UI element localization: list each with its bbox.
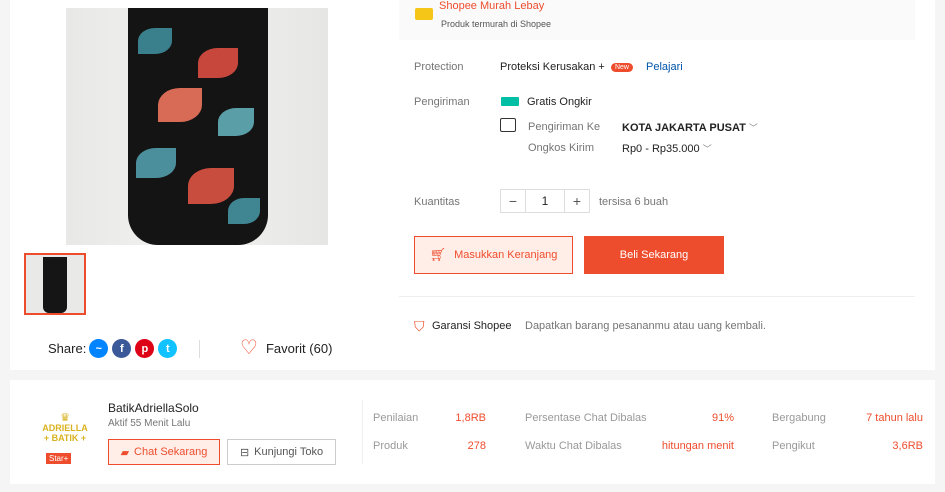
shop-divider xyxy=(362,400,363,464)
decrement-button[interactable]: − xyxy=(501,190,525,212)
followers-label: Pengikut xyxy=(772,440,815,452)
truck-icon xyxy=(500,118,516,132)
skirt-image xyxy=(128,8,268,245)
quantity-input[interactable]: 1 xyxy=(525,190,565,212)
products-label: Produk xyxy=(373,440,408,452)
chat-time-value: hitungan menit xyxy=(661,440,734,452)
star-plus-badge: Star+ xyxy=(46,453,72,464)
guarantee-title[interactable]: Garansi Shopee xyxy=(432,320,512,332)
twitter-icon[interactable]: t xyxy=(158,339,178,358)
share-divider xyxy=(199,340,200,358)
share-label: Share: xyxy=(48,341,87,356)
favorite-button[interactable]: ♡ Favorit (60) xyxy=(240,337,333,359)
shop-name: BatikAdriellaSolo xyxy=(108,401,199,415)
shop-logo-line1: ADRIELLA xyxy=(42,423,88,433)
shipping-label: Pengiriman xyxy=(414,96,470,108)
buy-now-button[interactable]: Beli Sekarang xyxy=(584,236,724,274)
pinterest-icon[interactable]: p xyxy=(135,339,155,358)
quantity-label: Kuantitas xyxy=(414,196,460,208)
rating-label: Penilaian xyxy=(373,412,419,424)
ship-to-label: Pengiriman Ke xyxy=(528,121,601,133)
followers-value: 3,6RB xyxy=(892,440,923,452)
rating-value: 1,8RB xyxy=(455,412,486,424)
ship-to-dropdown[interactable]: KOTA JAKARTA PUSAT ﹀ xyxy=(622,121,758,134)
shop-section: ♛ ADRIELLA + BATIK + Star+ BatikAdriella… xyxy=(10,380,935,484)
chat-percent-value: 91% xyxy=(711,412,734,424)
product-thumbnail[interactable] xyxy=(24,253,86,315)
cart-icon: 🛒︎ xyxy=(429,247,447,262)
new-badge: New xyxy=(610,62,633,72)
favorite-label: Favorit (60) xyxy=(265,340,333,356)
promo-icon xyxy=(415,8,433,20)
guarantee-description: Dapatkan barang pesananmu atau uang kemb… xyxy=(525,320,766,332)
visit-shop-label: Kunjungi Toko xyxy=(254,446,324,458)
ship-to-value: KOTA JAKARTA PUSAT xyxy=(622,122,746,134)
chevron-down-icon: ﹀ xyxy=(702,144,712,154)
product-main-image[interactable] xyxy=(66,8,328,245)
chat-now-button[interactable]: ▰ Chat Sekarang xyxy=(108,439,220,465)
crown-icon: ♛ xyxy=(60,412,70,424)
heart-icon: ♡ xyxy=(240,337,258,359)
chevron-down-icon: ﹀ xyxy=(748,123,758,133)
add-to-cart-label: Masukkan Keranjang xyxy=(454,249,558,261)
joined-value: 7 tahun lalu xyxy=(866,412,923,424)
messenger-icon[interactable]: ~ xyxy=(89,339,109,358)
promo-banner: Shopee Murah Lebay Produk termurah di Sh… xyxy=(399,0,915,40)
joined-label: Bergabung xyxy=(772,412,826,424)
chat-percent-label: Persentase Chat Dibalas xyxy=(525,412,647,424)
protection-value: Proteksi Kerusakan + New Pelajari xyxy=(500,61,683,73)
protection-text: Proteksi Kerusakan + xyxy=(500,61,605,73)
shop-active-status: Aktif 55 Menit Lalu xyxy=(108,418,191,429)
shop-logo-line2: + BATIK + xyxy=(43,433,87,443)
chat-time-label: Waktu Chat Dibalas xyxy=(525,440,622,452)
promo-title: Shopee Murah Lebay xyxy=(439,0,545,12)
facebook-icon[interactable]: f xyxy=(112,339,132,358)
chat-now-label: Chat Sekarang xyxy=(134,446,208,458)
learn-more-link[interactable]: Pelajari xyxy=(646,61,683,73)
increment-button[interactable]: + xyxy=(565,190,589,212)
chat-icon: ▰ xyxy=(120,446,130,459)
quantity-stepper: − 1 + xyxy=(500,189,590,213)
free-shipping-text: Gratis Ongkir xyxy=(527,96,592,108)
shield-icon: ⛉ xyxy=(414,318,425,334)
visit-shop-button[interactable]: ⊟ Kunjungi Toko xyxy=(227,439,336,465)
free-shipping-icon xyxy=(501,97,519,106)
add-to-cart-button[interactable]: 🛒︎ Masukkan Keranjang xyxy=(414,236,573,274)
share-bar: Share: ~ f p t xyxy=(48,339,181,358)
shop-avatar[interactable]: ♛ ADRIELLA + BATIK + xyxy=(34,397,96,459)
stock-text: tersisa 6 buah xyxy=(599,196,669,208)
shipping-cost-dropdown[interactable]: Rp0 - Rp35.000 ﹀ xyxy=(622,142,712,155)
shipping-cost-value: Rp0 - Rp35.000 xyxy=(622,143,700,155)
store-icon: ⊟ xyxy=(239,446,250,459)
protection-label: Protection xyxy=(414,61,464,73)
shipping-cost-label: Ongkos Kirim xyxy=(528,142,595,154)
promo-subtitle: Produk termurah di Shopee xyxy=(441,19,552,29)
section-divider xyxy=(399,296,915,297)
products-value: 278 xyxy=(467,440,486,452)
